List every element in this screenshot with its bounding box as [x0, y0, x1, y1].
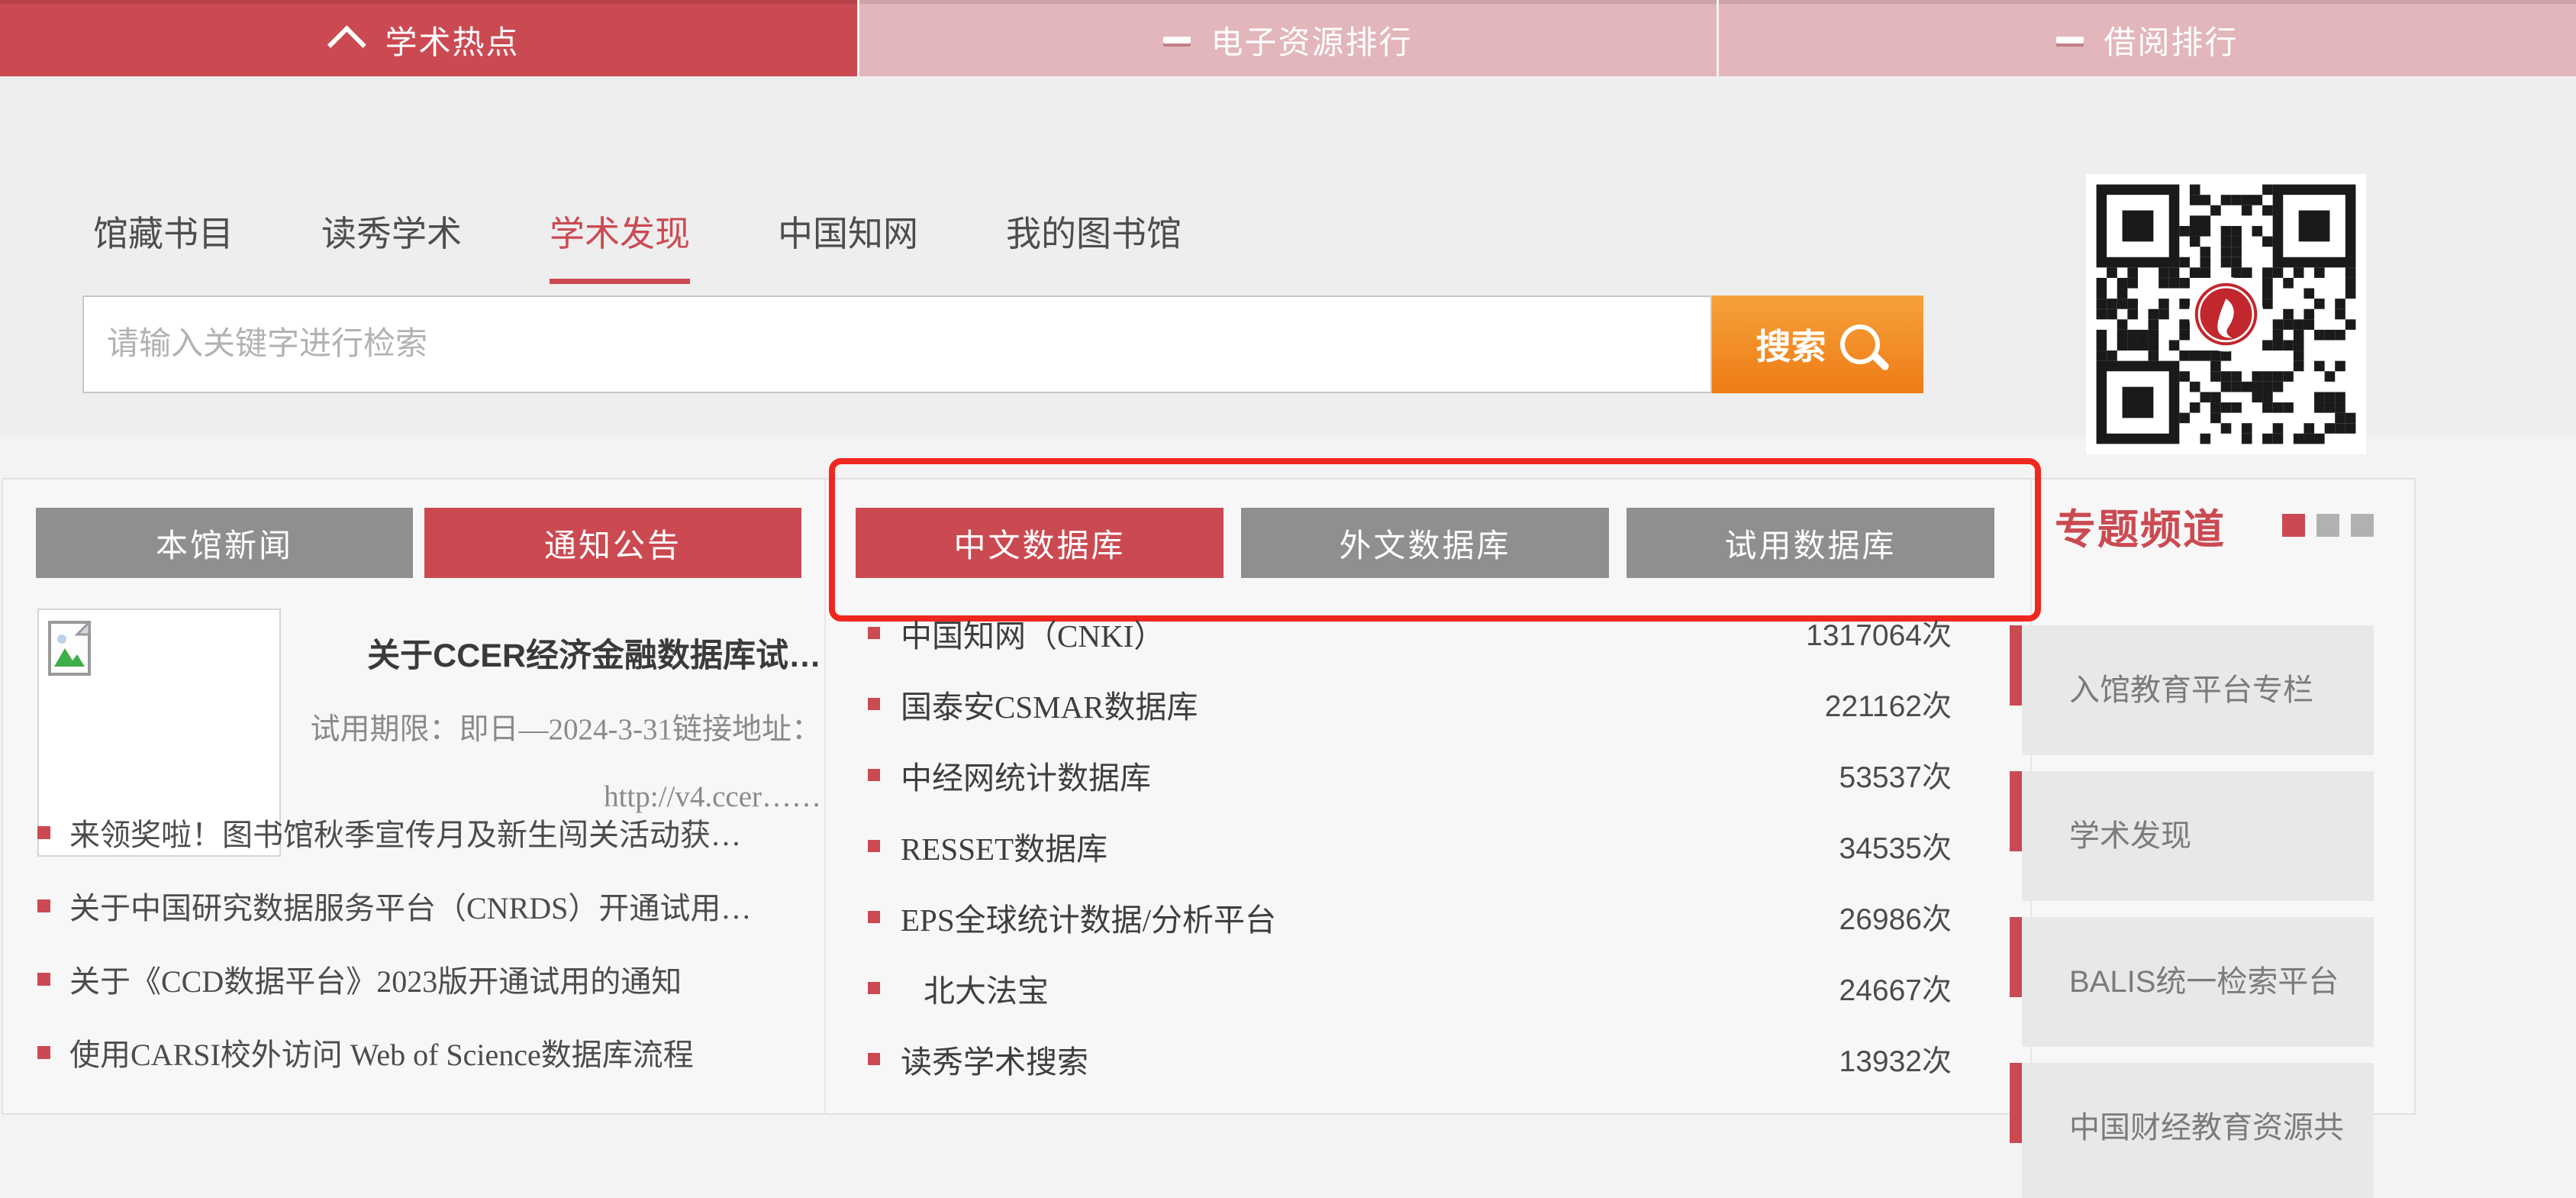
bullet-icon: [37, 1046, 50, 1059]
news-item-text: 关于《CCD数据平台》2023版开通试用的通知: [69, 957, 682, 1001]
bullet-icon: [868, 769, 880, 781]
news-list-item[interactable]: 来领奖啦！图书馆秋季宣传月及新生闯关活动获…: [37, 796, 808, 869]
caret-up-icon: [327, 25, 366, 64]
broken-image-icon: [48, 621, 97, 682]
active-tab-underline: [550, 279, 690, 284]
channel-item[interactable]: 入馆教育平台专栏: [2022, 625, 2374, 755]
nav-item-label: 学术发现: [550, 214, 690, 253]
search-section: 馆藏书目 读秀学术 学术发现 中国知网 我的图书馆 搜索 移动图书馆: [0, 76, 2576, 437]
database-name: EPS全球统计数据/分析平台: [901, 894, 1839, 940]
carousel-dots: [2282, 514, 2374, 537]
tab-chinese-databases[interactable]: 中文数据库: [856, 508, 1224, 578]
tab-label: 借阅排行: [2104, 17, 2238, 63]
tab-eresource-ranking[interactable]: 电子资源排行: [859, 0, 1717, 76]
bullet-icon: [868, 627, 880, 639]
bullet-icon: [868, 698, 880, 710]
tab-label: 电子资源排行: [1211, 17, 1412, 63]
bullet-icon: [868, 1053, 880, 1065]
database-name: 中经网统计数据库: [901, 752, 1839, 798]
nav-item-duxiu[interactable]: 读秀学术: [321, 206, 462, 284]
news-list-item[interactable]: 使用CARSI校外访问 Web of Science数据库流程: [37, 1016, 808, 1089]
news-item-text: 关于中国研究数据服务平台（CNRDS）开通试用…: [69, 883, 751, 928]
carousel-dot-active[interactable]: [2282, 514, 2305, 537]
database-usage-count: 1317064次: [1806, 612, 1952, 654]
news-item-text: 来领奖啦！图书馆秋季宣传月及新生闯关活动获…: [69, 810, 741, 854]
database-usage-count: 13932次: [1839, 1038, 1952, 1080]
channel-item[interactable]: BALIS统一检索平台: [2022, 917, 2374, 1047]
database-ranking-list: 中国知网（CNKI） 1317064次 国泰安CSMAR数据库 221162次 …: [868, 597, 1952, 1094]
database-usage-count: 221162次: [1825, 683, 1952, 725]
channel-item-label: 入馆教育平台专栏: [2069, 625, 2313, 755]
tab-library-news[interactable]: 本馆新闻: [36, 508, 413, 578]
dash-icon: [2056, 37, 2084, 44]
nav-item-my-library[interactable]: 我的图书馆: [1006, 206, 1182, 284]
tab-trial-databases[interactable]: 试用数据库: [1627, 508, 1994, 578]
search-button[interactable]: 搜索: [1712, 295, 1923, 393]
news-item-text: 使用CARSI校外访问 Web of Science数据库流程: [69, 1030, 694, 1074]
database-usage-count: 26986次: [1839, 896, 1952, 938]
tab-notices[interactable]: 通知公告: [424, 508, 801, 578]
search-icon: [1840, 325, 1880, 364]
database-name: 北大法宝: [901, 965, 1839, 1011]
database-row[interactable]: 读秀学术搜索 13932次: [868, 1023, 1952, 1094]
database-row[interactable]: 北大法宝 24667次: [868, 952, 1952, 1023]
news-list: 来领奖啦！图书馆秋季宣传月及新生闯关活动获… 关于中国研究数据服务平台（CNRD…: [37, 796, 808, 1089]
bullet-icon: [37, 826, 50, 839]
channel-list: 入馆教育平台专栏 学术发现 BALIS统一检索平台 中国财经教育资源共享平台: [2022, 625, 2374, 1198]
bullet-icon: [37, 899, 50, 912]
database-row[interactable]: 中经网统计数据库 53537次: [868, 739, 1952, 810]
search-button-label: 搜索: [1756, 319, 1826, 370]
featured-news-title: 关于CCER经济金融数据库试…: [308, 629, 821, 676]
database-name: RESSET数据库: [901, 823, 1839, 869]
carousel-dot[interactable]: [2351, 514, 2374, 537]
bullet-icon: [868, 982, 880, 994]
database-row[interactable]: EPS全球统计数据/分析平台 26986次: [868, 881, 1952, 952]
database-usage-count: 24667次: [1839, 967, 1952, 1009]
tab-academic-hotspot[interactable]: 学术热点: [0, 0, 857, 76]
channels-header: 专题频道: [2055, 495, 2374, 556]
nav-item-catalog[interactable]: 馆藏书目: [93, 206, 234, 284]
nav-item-academic-discovery[interactable]: 学术发现: [550, 206, 690, 284]
tab-label: 学术热点: [385, 17, 519, 63]
database-usage-count: 34535次: [1839, 825, 1952, 867]
channel-item[interactable]: 学术发现: [2022, 771, 2374, 901]
column-divider: [824, 480, 826, 1113]
channels-title: 专题频道: [2055, 496, 2226, 556]
database-name: 国泰安CSMAR数据库: [901, 681, 1825, 727]
bullet-icon: [868, 911, 880, 923]
database-name: 读秀学术搜索: [901, 1036, 1839, 1082]
qr-code-image: [2086, 174, 2366, 454]
channel-item-label: 学术发现: [2069, 771, 2191, 901]
dash-icon: [1163, 37, 1191, 44]
bullet-icon: [868, 840, 880, 852]
database-row[interactable]: 国泰安CSMAR数据库 221162次: [868, 668, 1952, 739]
bullet-icon: [37, 973, 50, 986]
database-usage-count: 53537次: [1839, 754, 1952, 796]
database-row[interactable]: RESSET数据库 34535次: [868, 810, 1952, 881]
tab-foreign-databases[interactable]: 外文数据库: [1241, 508, 1609, 578]
news-list-item[interactable]: 关于中国研究数据服务平台（CNRDS）开通试用…: [37, 869, 808, 942]
database-name: 中国知网（CNKI）: [901, 610, 1806, 656]
channel-item-label: 中国财经教育资源共享平台: [2069, 1063, 2374, 1198]
nav-item-cnki[interactable]: 中国知网: [778, 206, 918, 284]
channel-item[interactable]: 中国财经教育资源共享平台: [2022, 1063, 2374, 1198]
channel-item-label: BALIS统一检索平台: [2069, 917, 2339, 1047]
database-row[interactable]: 中国知网（CNKI） 1317064次: [868, 597, 1952, 668]
carousel-dot[interactable]: [2316, 514, 2339, 537]
library-portal-page: 学术热点 电子资源排行 借阅排行 馆藏书目 读秀学术 学术发现 中国知网 我的图…: [0, 0, 2576, 1198]
main-content-panel: 本馆新闻 通知公告 关于CCER经济金融数据库试… 试用期限：即日—2024-3…: [2, 478, 2416, 1115]
mobile-library-qr: 移动图书馆: [2086, 174, 2366, 517]
news-list-item[interactable]: 关于《CCD数据平台》2023版开通试用的通知: [37, 942, 808, 1016]
search-input[interactable]: [82, 295, 1712, 393]
tab-borrow-ranking[interactable]: 借阅排行: [1719, 0, 2576, 76]
top-section-tabs: 学术热点 电子资源排行 借阅排行: [0, 0, 2576, 76]
search-source-nav: 馆藏书目 读秀学术 学术发现 中国知网 我的图书馆: [93, 206, 1269, 284]
